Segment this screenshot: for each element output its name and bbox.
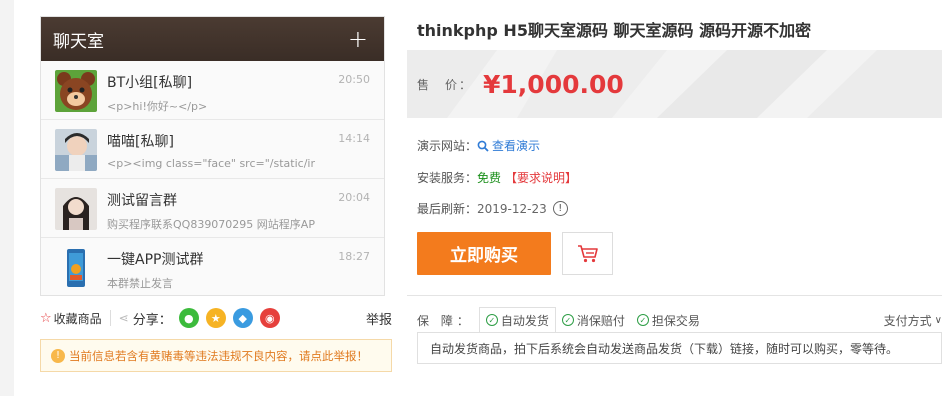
share-bar: ☆ 收藏商品 ⋖ 分享： ● ★ ◆ ◉ 举报 (40, 304, 392, 332)
price-box: 售 价： ¥1,000.00 (407, 50, 942, 118)
add-to-cart-button[interactable] (562, 232, 613, 275)
chevron-down-icon: ∨ (934, 314, 942, 326)
chat-header: 聊天室 + (41, 17, 384, 61)
refresh-label: 最后刷新： (417, 202, 478, 216)
chat-message: 购买程序联系QQ839070295 网站程序AP (107, 218, 315, 231)
share-group: ⋖ 分享： ● ★ ◆ ◉ (119, 308, 280, 328)
price-label: 售 价： (417, 77, 474, 92)
plus-icon: + (347, 25, 368, 53)
share-label: 分享： (132, 312, 172, 328)
chat-title: 聊天室 (53, 31, 104, 52)
favorite-button[interactable]: ☆ 收藏商品 (40, 310, 102, 327)
guarantee-label: 保 障： (417, 313, 473, 328)
cart-icon (577, 244, 598, 262)
weibo-icon[interactable]: ◉ (259, 308, 280, 328)
refresh-row: 最后刷新： 2019-12-23 ! (417, 200, 568, 217)
buy-now-button[interactable]: 立即购买 (417, 232, 551, 275)
check-icon: ✓ (636, 314, 649, 326)
avatar (55, 70, 97, 112)
guarantee-tabs: 保 障： ✓ 自动发货 ✓ 消保赔付 ✓ 担保交易 支付方式 ∨ (417, 307, 942, 333)
avatar (55, 129, 97, 171)
refresh-date: 2019-12-23 (477, 201, 547, 216)
chat-time: 14:14 (338, 132, 370, 145)
tab-auto-delivery[interactable]: ✓ 自动发货 (478, 307, 556, 333)
tab-label: 消保赔付 (576, 313, 625, 328)
avatar (55, 188, 97, 230)
chat-list-item: 测试留言群 购买程序联系QQ839070295 网站程序AP 20:04 (41, 179, 384, 238)
chat-time: 20:04 (338, 191, 370, 204)
search-icon (477, 140, 489, 152)
qzone-icon[interactable]: ★ (205, 308, 226, 328)
chat-list-item: BT小组[私聊] <p>hi!你好~</p> 20:50 (41, 61, 384, 120)
demo-row: 演示网站： 查看演示 (417, 137, 540, 154)
check-icon: ✓ (485, 314, 498, 326)
chat-time: 20:50 (338, 73, 370, 86)
share-icon: ⋖ (118, 311, 129, 325)
chat-name: 喵喵[私聊] (107, 134, 174, 150)
notice-text: 当前信息若含有黄赌毒等违法违规不良内容，请点此举报！ (69, 348, 368, 363)
wechat-icon[interactable]: ● (178, 308, 199, 328)
tab-consumer-protection[interactable]: ✓ 消保赔付 (556, 307, 631, 333)
report-link[interactable]: 举报 (366, 309, 392, 328)
install-row: 安装服务： 免费 【要求说明】 (417, 169, 577, 186)
chat-list-item: 一键APP测试群 本群禁止发言 18:27 (41, 238, 384, 295)
chat-name: BT小组[私聊] (107, 75, 193, 91)
star-icon: ☆ (40, 310, 52, 326)
chat-list-item: 喵喵[私聊] <p><img class="face" src="/static… (41, 120, 384, 179)
chat-message: 本群禁止发言 (107, 277, 173, 290)
guarantee-description: 自动发货商品，拍下后系统会自动发送商品发货（下载）链接，随时可以购买，零等待。 (417, 332, 942, 364)
product-title: thinkphp H5聊天室源码 聊天室源码 源码开源不加密 (417, 21, 812, 40)
tab-escrow-trade[interactable]: ✓ 担保交易 (631, 307, 706, 333)
divider (109, 310, 111, 326)
demo-link[interactable]: 查看演示 (477, 137, 540, 154)
left-edge-strip (0, 0, 14, 396)
demo-label: 演示网站： (417, 139, 478, 153)
favorite-label: 收藏商品 (53, 311, 102, 326)
info-icon[interactable]: ! (552, 201, 568, 216)
qq-icon[interactable]: ◆ (232, 308, 253, 328)
install-label: 安装服务： (417, 171, 478, 185)
install-value: 免费 (477, 171, 502, 185)
check-icon: ✓ (561, 314, 574, 326)
chat-message: <p>hi!你好~</p> (107, 100, 208, 113)
demo-link-label: 查看演示 (492, 139, 541, 153)
tab-label: 担保交易 (651, 313, 700, 328)
install-note-link[interactable]: 【要求说明】 (505, 169, 577, 186)
product-preview-image: 聊天室 + BT小组[私聊] <p>hi!你好~</p> 20:50 喵喵[私聊… (40, 16, 385, 296)
payment-label: 支付方式 (883, 313, 932, 328)
chat-name: 测试留言群 (107, 193, 177, 209)
payment-methods-dropdown[interactable]: 支付方式 ∨ (884, 312, 942, 329)
chat-list: BT小组[私聊] <p>hi!你好~</p> 20:50 喵喵[私聊] <p><… (41, 61, 384, 295)
chat-name: 一键APP测试群 (107, 252, 204, 268)
lightbulb-icon: ! (51, 348, 65, 363)
price-value: ¥1,000.00 (483, 69, 624, 99)
chat-time: 18:27 (338, 250, 370, 263)
divider (407, 295, 942, 296)
chat-message: <p><img class="face" src="/static/ir (107, 157, 315, 170)
report-notice[interactable]: ! 当前信息若含有黄赌毒等违法违规不良内容，请点此举报！ (40, 339, 392, 372)
tab-label: 自动发货 (500, 313, 549, 328)
avatar (55, 247, 97, 289)
